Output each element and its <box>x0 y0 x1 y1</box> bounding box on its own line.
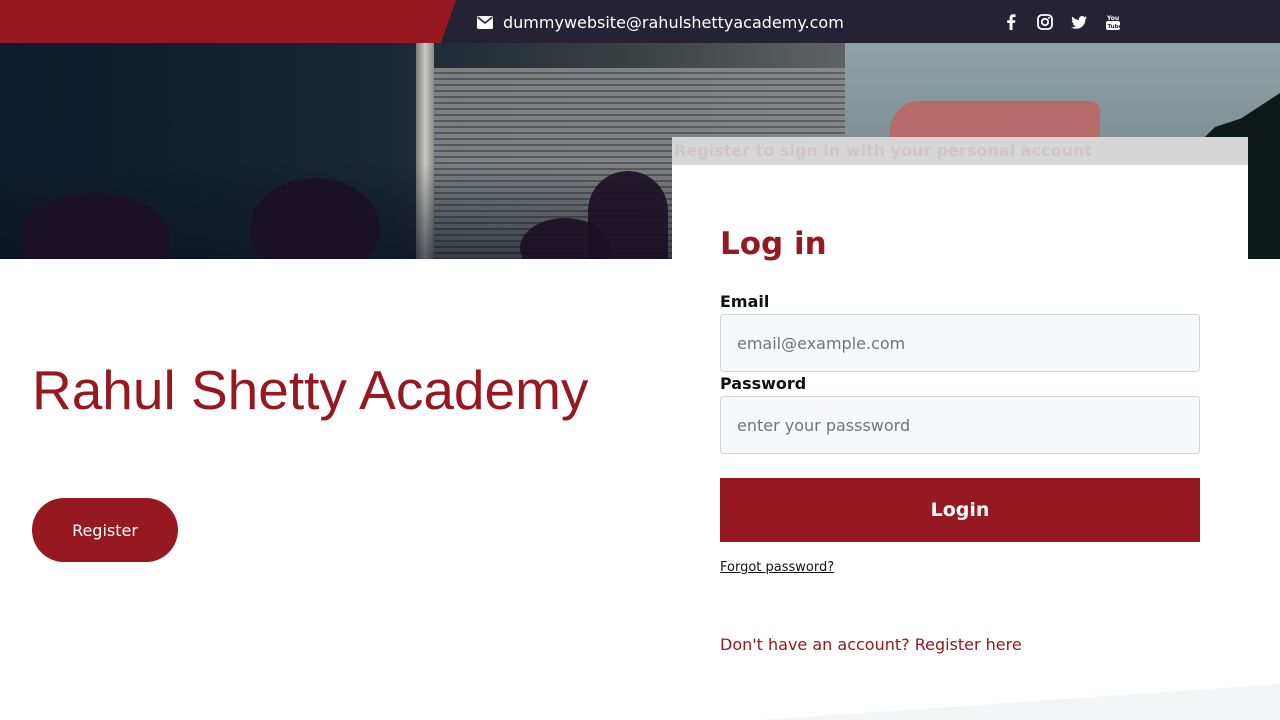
hero-graffiti <box>588 171 668 259</box>
envelope-icon <box>477 15 493 29</box>
contact-email: dummywebsite@rahulshettyacademy.com <box>477 11 844 33</box>
register-banner: Register to sign in with your personal a… <box>672 137 1248 165</box>
top-bar-accent <box>0 0 456 43</box>
login-button[interactable]: Login <box>720 478 1200 542</box>
top-bar: dummywebsite@rahulshettyacademy.com You T… <box>0 0 1280 43</box>
register-button[interactable]: Register <box>32 498 178 562</box>
forgot-password-link[interactable]: Forgot password? <box>720 560 834 575</box>
brand-title: Rahul Shetty Academy <box>32 359 589 421</box>
youtube-icon[interactable]: You Tube <box>1102 11 1124 33</box>
contact-email-text: dummywebsite@rahulshettyacademy.com <box>503 12 844 32</box>
password-field[interactable] <box>720 396 1200 454</box>
svg-text:You: You <box>1106 15 1119 22</box>
login-title: Log in <box>720 226 827 262</box>
register-here-link[interactable]: Don't have an account? Register here <box>720 635 1022 654</box>
email-field[interactable] <box>720 314 1200 372</box>
instagram-icon[interactable] <box>1034 11 1056 33</box>
social-links: You Tube <box>1000 11 1136 33</box>
facebook-icon[interactable] <box>1000 11 1022 33</box>
register-banner-text: Register to sign in with your personal a… <box>674 141 1092 160</box>
twitter-icon[interactable] <box>1068 11 1090 33</box>
email-label: Email <box>720 292 770 311</box>
svg-text:Tube: Tube <box>1108 24 1121 30</box>
password-label: Password <box>720 374 807 393</box>
footer-decoration <box>760 684 1280 720</box>
